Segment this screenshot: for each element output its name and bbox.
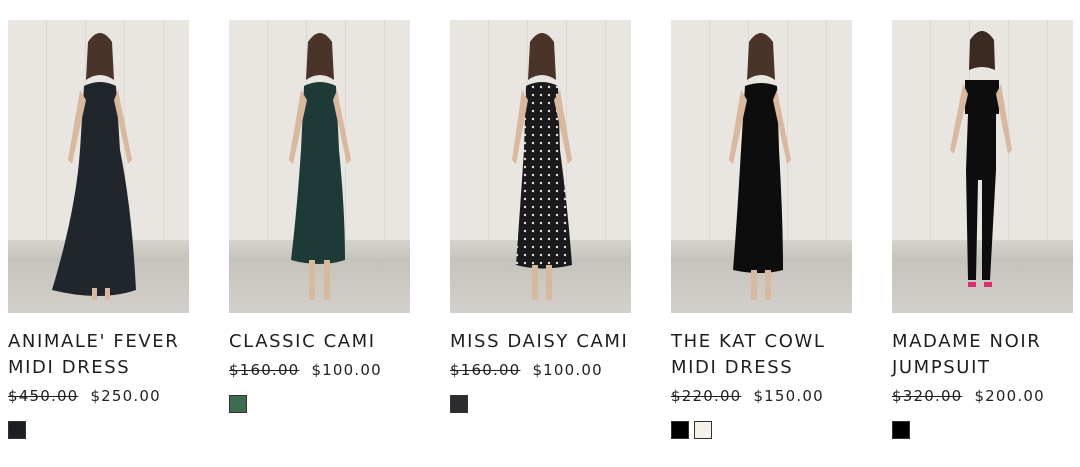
product-card[interactable]: MADAME NOIR JUMPSUIT $320.00 $200.00 <box>892 20 1073 439</box>
product-image[interactable] <box>8 20 189 313</box>
color-swatch[interactable] <box>671 421 689 439</box>
color-swatches <box>450 395 631 413</box>
model-figure <box>289 33 351 300</box>
original-price: $160.00 <box>450 361 521 379</box>
product-title[interactable]: THE KAT COWL MIDI DRESS <box>671 329 852 381</box>
price-row: $160.00 $100.00 <box>450 359 631 381</box>
color-swatch[interactable] <box>229 395 247 413</box>
color-swatches <box>229 395 410 413</box>
sale-price: $150.00 <box>753 387 824 405</box>
color-swatch[interactable] <box>8 421 26 439</box>
model-figure <box>950 31 1012 287</box>
sale-price: $250.00 <box>90 387 161 405</box>
original-price: $320.00 <box>892 387 963 405</box>
product-card[interactable]: THE KAT COWL MIDI DRESS $220.00 $150.00 <box>671 20 852 439</box>
color-swatch[interactable] <box>450 395 468 413</box>
model-figure <box>512 33 572 300</box>
color-swatches <box>892 421 1073 439</box>
product-title[interactable]: MADAME NOIR JUMPSUIT <box>892 329 1073 381</box>
sale-price: $100.00 <box>532 361 603 379</box>
sale-price: $200.00 <box>974 387 1045 405</box>
product-card[interactable]: MISS DAISY CAMI $160.00 $100.00 <box>450 20 631 413</box>
product-title[interactable]: ANIMALE' FEVER MIDI DRESS <box>8 329 189 381</box>
price-row: $320.00 $200.00 <box>892 385 1073 407</box>
product-image[interactable] <box>229 20 410 313</box>
original-price: $160.00 <box>229 361 300 379</box>
price-row: $160.00 $100.00 <box>229 359 410 381</box>
model-figure <box>52 33 136 300</box>
product-image[interactable] <box>450 20 631 313</box>
price-row: $220.00 $150.00 <box>671 385 852 407</box>
product-title[interactable]: MISS DAISY CAMI <box>450 329 631 355</box>
product-image[interactable] <box>892 20 1073 313</box>
product-card[interactable]: ANIMALE' FEVER MIDI DRESS $450.00 $250.00 <box>8 20 189 439</box>
color-swatch[interactable] <box>892 421 910 439</box>
sale-price: $100.00 <box>311 361 382 379</box>
price-row: $450.00 $250.00 <box>8 385 189 407</box>
color-swatches <box>671 421 852 439</box>
color-swatches <box>8 421 189 439</box>
original-price: $450.00 <box>8 387 79 405</box>
product-title[interactable]: CLASSIC CAMI <box>229 329 410 355</box>
product-image[interactable] <box>671 20 852 313</box>
color-swatch[interactable] <box>694 421 712 439</box>
original-price: $220.00 <box>671 387 742 405</box>
model-figure <box>729 33 791 300</box>
product-card[interactable]: CLASSIC CAMI $160.00 $100.00 <box>229 20 410 413</box>
